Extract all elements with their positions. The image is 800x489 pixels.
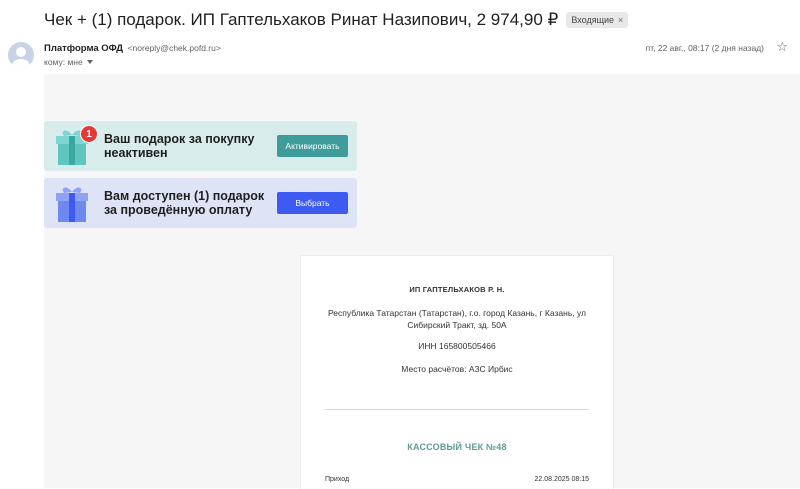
promo-gift-available: Вам доступен (1) подарок за проведённую … [44, 178, 357, 228]
gift-count-badge: 1 [80, 125, 98, 143]
receipt-divider [325, 409, 589, 410]
inbox-label-chip[interactable]: Входящие × [566, 12, 629, 28]
activate-button[interactable]: Активировать [277, 135, 348, 157]
receipt-company: ИП ГАПТЕЛЬХАКОВ Р. Н. [409, 285, 505, 294]
email-date: пт, 22 авг., 08:17 (2 дня назад) [645, 43, 764, 53]
email-subject: Чек + (1) подарок. ИП Гаптельхаков Ринат… [44, 10, 559, 29]
choose-button[interactable]: Выбрать [277, 192, 348, 214]
promo-text-available: Вам доступен (1) подарок за проведённую … [104, 189, 265, 217]
receipt-card: ИП ГАПТЕЛЬХАКОВ Р. Н. Республика Татарст… [300, 255, 614, 489]
receipt-title: КАССОВЫЙ ЧЕК №48 [407, 442, 507, 452]
chevron-down-icon[interactable] [86, 60, 93, 64]
remove-label-icon[interactable]: × [618, 15, 623, 25]
sender-info: Платформа ОФД <noreply@chek.pofd.ru> [44, 43, 221, 54]
inbox-label-text: Входящие [571, 15, 615, 25]
receipt-type: Приход [325, 476, 350, 483]
receipt-address: Республика Татарстан (Татарстан), г.о. г… [328, 308, 586, 330]
receipt-datetime: 22.08.2025 08:15 [534, 476, 590, 483]
receipt-place: Место расчётов: АЗС Ирбис [401, 364, 513, 374]
receipt-row: Приход 22.08.2025 08:15 [325, 476, 589, 483]
recipient-dropdown[interactable]: кому: мне [44, 57, 93, 67]
sender-avatar[interactable] [8, 42, 34, 68]
promo-text-inactive: Ваш подарок за покупку неактивен [104, 132, 255, 160]
email-subject-bar: Чек + (1) подарок. ИП Гаптельхаков Ринат… [44, 8, 629, 32]
recipient-text: кому: мне [44, 57, 83, 67]
person-avatar-icon [12, 47, 30, 68]
receipt-inn: ИНН 165800505466 [418, 341, 496, 351]
sender-email: <noreply@chek.pofd.ru> [127, 43, 221, 53]
star-icon[interactable]: ☆ [776, 40, 788, 54]
gift-box-icon [56, 187, 88, 222]
sender-name[interactable]: Платформа ОФД [44, 43, 123, 54]
